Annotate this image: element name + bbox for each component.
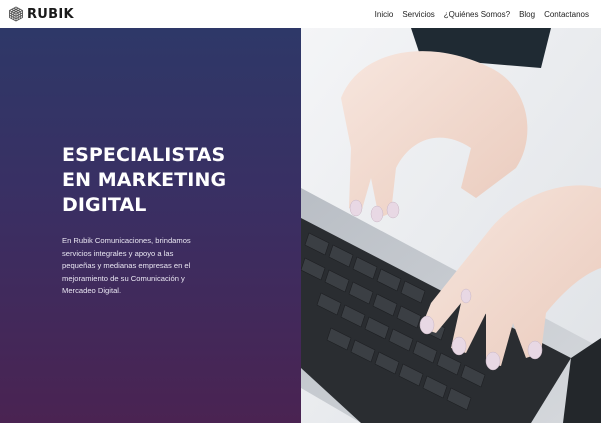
nav-item-servicios[interactable]: Servicios (402, 10, 434, 19)
hero-title: ESPECIALISTAS EN MARKETING DIGITAL (62, 144, 227, 216)
nav-item-contactanos[interactable]: Contactanos (544, 10, 589, 19)
nav-item-blog[interactable]: Blog (519, 10, 535, 19)
hero-description: En Rubik Comunicaciones, brindamos servi… (62, 236, 191, 295)
nav-item-quienes-somos[interactable]: ¿Quiénes Somos? (444, 10, 510, 19)
hero-image (301, 28, 601, 423)
logo-text: RUBIK (27, 6, 74, 22)
hero-text-panel: ESPECIALISTAS EN MARKETING DIGITAL En Ru… (0, 28, 301, 423)
hero-section: ESPECIALISTAS EN MARKETING DIGITAL En Ru… (0, 28, 601, 423)
main-nav: Inicio Servicios ¿Quiénes Somos? Blog Co… (375, 10, 593, 19)
logo[interactable]: RUBIK (8, 0, 74, 28)
rubik-cube-icon (8, 6, 24, 22)
laptop-typing-photo-icon (301, 28, 601, 423)
site-header: RUBIK Inicio Servicios ¿Quiénes Somos? B… (0, 0, 601, 28)
page: RUBIK Inicio Servicios ¿Quiénes Somos? B… (0, 0, 601, 423)
nav-item-inicio[interactable]: Inicio (375, 10, 394, 19)
